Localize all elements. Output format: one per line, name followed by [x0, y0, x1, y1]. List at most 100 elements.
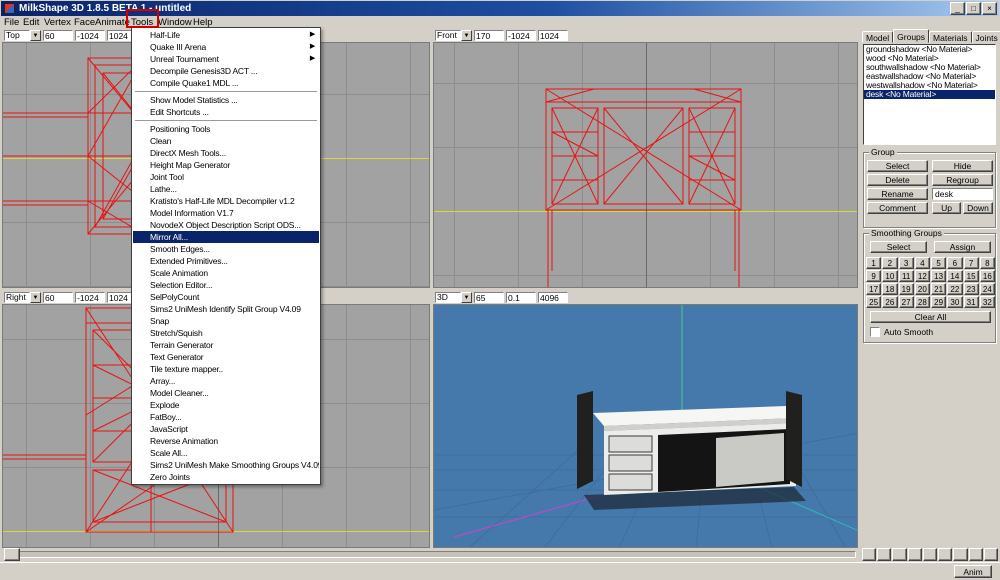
smoothing-group-button[interactable]: 8 — [980, 257, 995, 269]
tools-menu-item[interactable]: Sims2 UniMesh Identify Split Group V4.09 — [133, 303, 319, 315]
dropdown-arrow-icon[interactable]: ▼ — [30, 30, 41, 41]
timeline-control-button[interactable] — [862, 548, 876, 561]
viewport-top-field-1[interactable] — [43, 30, 73, 41]
group-down-button[interactable]: Down — [963, 202, 993, 214]
tools-menu-item[interactable]: Sims2 UniMesh Make Smoothing Groups V4.0… — [133, 459, 319, 471]
tools-menu-item[interactable]: Selection Editor... — [133, 279, 319, 291]
group-comment-button[interactable]: Comment — [867, 202, 928, 214]
tools-menu-item[interactable]: Unreal Tournament ▶ — [133, 53, 319, 65]
tools-menu-item[interactable]: Half-Life ▶ — [133, 29, 319, 41]
anim-button[interactable]: Anim — [954, 565, 992, 578]
smoothing-group-button[interactable]: 9 — [866, 270, 881, 282]
smoothing-group-button[interactable]: 18 — [882, 283, 897, 295]
group-select-button[interactable]: Select — [867, 160, 928, 172]
menu-file[interactable]: File — [2, 16, 21, 29]
smoothing-group-button[interactable]: 17 — [866, 283, 881, 295]
timeline-thumb[interactable] — [4, 548, 20, 561]
smoothing-group-button[interactable]: 23 — [964, 283, 979, 295]
close-button[interactable]: × — [982, 2, 997, 15]
viewport-3d-canvas[interactable] — [433, 304, 858, 548]
smoothing-group-button[interactable]: 13 — [931, 270, 946, 282]
smoothing-select-button[interactable]: Select — [870, 241, 927, 253]
tools-menu-item[interactable]: Array... — [133, 375, 319, 387]
smoothing-group-button[interactable]: 22 — [947, 283, 962, 295]
tools-menu-item[interactable]: Scale Animation — [133, 267, 319, 279]
smoothing-group-button[interactable]: 27 — [899, 296, 914, 308]
group-delete-button[interactable]: Delete — [867, 174, 928, 186]
tools-menu-item[interactable]: Terrain Generator — [133, 339, 319, 351]
tools-menu-item[interactable]: Text Generator — [133, 351, 319, 363]
tools-menu-item[interactable]: Kratisto's Half-Life MDL Decompiler v1.2 — [133, 195, 319, 207]
smoothing-group-button[interactable]: 30 — [947, 296, 962, 308]
timeline-control-button[interactable] — [984, 548, 998, 561]
tools-menu-item[interactable]: Joint Tool — [133, 171, 319, 183]
group-up-button[interactable]: Up — [932, 202, 961, 214]
viewport-3d-field-1[interactable] — [474, 292, 504, 303]
viewport-right-view-select[interactable]: Right ▼ — [4, 292, 41, 303]
timeline-control-button[interactable] — [969, 548, 983, 561]
timeline-control-button[interactable] — [877, 548, 891, 561]
smoothing-group-button[interactable]: 6 — [947, 257, 962, 269]
smoothing-group-button[interactable]: 19 — [899, 283, 914, 295]
panel-tab[interactable]: Joints — [972, 31, 1000, 43]
smoothing-group-button[interactable]: 3 — [899, 257, 914, 269]
tools-menu-item[interactable]: Show Model Statistics ... — [133, 94, 319, 106]
viewport-front-field-3[interactable] — [538, 30, 568, 41]
smoothing-group-button[interactable]: 15 — [964, 270, 979, 282]
tools-menu-item[interactable]: Decompile Genesis3D ACT ... — [133, 65, 319, 77]
timeline-control-button[interactable] — [953, 548, 967, 561]
minimize-button[interactable]: _ — [950, 2, 965, 15]
auto-smooth-checkbox[interactable] — [870, 327, 880, 337]
smoothing-group-button[interactable]: 4 — [915, 257, 930, 269]
tools-menu-item[interactable]: Reverse Animation — [133, 435, 319, 447]
smoothing-group-button[interactable]: 32 — [980, 296, 995, 308]
timeline-control-button[interactable] — [923, 548, 937, 561]
panel-tab[interactable]: Materials — [929, 31, 971, 43]
group-hide-button[interactable]: Hide — [932, 160, 993, 172]
tools-menu-item[interactable]: Extended Primitives... — [133, 255, 319, 267]
menu-vertex[interactable]: Vertex — [42, 16, 73, 29]
viewport-front-field-2[interactable] — [506, 30, 536, 41]
tools-menu-item[interactable]: Tile texture mapper.. — [133, 363, 319, 375]
dropdown-arrow-icon[interactable]: ▼ — [461, 292, 472, 303]
viewport-top-field-2[interactable] — [75, 30, 105, 41]
smoothing-group-button[interactable]: 11 — [899, 270, 914, 282]
smoothing-group-button[interactable]: 12 — [915, 270, 930, 282]
tools-menu-item[interactable]: Snap — [133, 315, 319, 327]
smoothing-group-button[interactable]: 25 — [866, 296, 881, 308]
panel-tab[interactable]: Model — [862, 31, 893, 43]
dropdown-arrow-icon[interactable]: ▼ — [30, 292, 41, 303]
tools-menu-item[interactable]: Model Information V1.7 — [133, 207, 319, 219]
tools-menu-item[interactable]: FatBoy... — [133, 411, 319, 423]
tools-menu-item[interactable]: Scale All... — [133, 447, 319, 459]
viewport-front-field-1[interactable] — [474, 30, 504, 41]
tools-menu-item[interactable]: Explode — [133, 399, 319, 411]
group-rename-input[interactable] — [932, 188, 993, 200]
smoothing-group-button[interactable]: 29 — [931, 296, 946, 308]
tools-menu-item[interactable]: Stretch/Squish — [133, 327, 319, 339]
dropdown-arrow-icon[interactable]: ▼ — [461, 30, 472, 41]
tools-menu-item[interactable]: Quake III Arena ▶ — [133, 41, 319, 53]
smoothing-group-button[interactable]: 5 — [931, 257, 946, 269]
tools-menu-item[interactable]: NovodeX Object Description Script ODS... — [133, 219, 319, 231]
smoothing-group-button[interactable]: 1 — [866, 257, 881, 269]
tools-menu-item[interactable]: Lathe... — [133, 183, 319, 195]
tools-menu-item[interactable]: Positioning Tools — [133, 123, 319, 135]
tools-menu-item[interactable]: SelPolyCount — [133, 291, 319, 303]
viewport-3d-field-2[interactable] — [506, 292, 536, 303]
smoothing-group-button[interactable]: 7 — [964, 257, 979, 269]
smoothing-group-button[interactable]: 28 — [915, 296, 930, 308]
viewport-right-field-1[interactable] — [43, 292, 73, 303]
viewport-3d-field-3[interactable] — [538, 292, 568, 303]
tools-menu-item[interactable]: Mirror All... — [133, 231, 319, 243]
smoothing-group-button[interactable]: 26 — [882, 296, 897, 308]
groups-list[interactable]: groundshadow <No Material>wood <No Mater… — [863, 44, 996, 145]
tools-menu-item[interactable]: Edit Shortcuts ... — [133, 106, 319, 118]
smoothing-group-button[interactable]: 10 — [882, 270, 897, 282]
timeline-track[interactable] — [4, 551, 856, 558]
tools-menu-item[interactable]: Height Map Generator — [133, 159, 319, 171]
timeline-control-button[interactable] — [908, 548, 922, 561]
group-list-item[interactable]: desk <No Material> — [864, 90, 995, 99]
smoothing-group-button[interactable]: 14 — [947, 270, 962, 282]
viewport-front-canvas[interactable] — [433, 42, 858, 288]
